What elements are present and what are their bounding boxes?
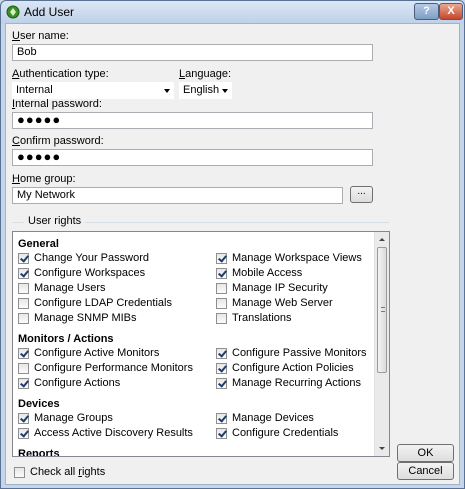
right-label: Configure Passive Monitors [232,347,367,359]
check-all-checkbox[interactable] [14,467,25,478]
auth-type-select[interactable]: Internal [12,82,174,99]
add-user-dialog: Add User ? X User name: Bob Authenticati… [0,0,465,489]
checked-checkbox-icon[interactable] [18,253,29,264]
checked-checkbox-icon[interactable] [18,378,29,389]
user-rights-title: User rights [24,215,86,227]
right-label: Configure Action Policies [232,362,354,374]
confirm-password-label: Confirm password: [12,135,104,147]
username-label: User name: [12,30,69,42]
right-label: Configure Performance Monitors [34,362,193,374]
checked-checkbox-icon[interactable] [216,413,227,424]
grip-icon [381,307,385,312]
right-label: Manage IP Security [232,282,328,294]
unchecked-checkbox-icon[interactable] [216,313,227,324]
checked-checkbox-icon[interactable] [216,428,227,439]
language-label: Language: [179,68,232,80]
chevron-down-icon [164,89,170,93]
checked-checkbox-icon[interactable] [216,253,227,264]
right-label: Manage Web Server [232,297,333,309]
unchecked-checkbox-icon[interactable] [18,283,29,294]
rights-section-heading: General [18,238,59,250]
right-label: Mobile Access [232,267,303,279]
checked-checkbox-icon[interactable] [18,348,29,359]
ok-button[interactable]: OK [397,444,454,462]
right-label: Configure Actions [34,377,121,389]
title-bar[interactable]: Add User ? X [1,1,464,23]
checked-checkbox-icon[interactable] [18,428,29,439]
right-label: Configure Active Monitors [34,347,160,359]
language-select[interactable]: English [179,82,232,99]
dialog-body: User name: Bob Authentication type: Inte… [5,23,460,485]
right-label: Configure LDAP Credentials [34,297,172,309]
unchecked-checkbox-icon[interactable] [216,283,227,294]
right-label: Configure Credentials [232,427,339,439]
unchecked-checkbox-icon[interactable] [18,298,29,309]
right-label: Manage SNMP MIBs [34,312,137,324]
scroll-thumb[interactable] [377,247,387,373]
scroll-up-icon[interactable] [375,232,389,247]
internal-password-label: Internal password: [12,98,102,110]
scroll-down-icon[interactable] [375,441,389,456]
help-button[interactable]: ? [414,3,439,20]
unchecked-checkbox-icon[interactable] [18,313,29,324]
unchecked-checkbox-icon[interactable] [216,298,227,309]
username-input[interactable]: Bob [12,44,373,61]
checked-checkbox-icon[interactable] [18,413,29,424]
unchecked-checkbox-icon[interactable] [18,363,29,374]
checked-checkbox-icon[interactable] [18,268,29,279]
right-label: Change Your Password [34,252,149,264]
home-group-input[interactable]: My Network [12,187,343,204]
right-label: Translations [232,312,292,324]
internal-password-input[interactable]: ●●●●● [12,112,373,129]
checked-checkbox-icon[interactable] [216,363,227,374]
right-label: Manage Groups [34,412,113,424]
auth-type-label: Authentication type: [12,68,109,80]
rights-section-heading: Monitors / Actions [18,333,114,345]
user-rights-list[interactable]: General Change Your Password Manage Worksp… [12,231,390,457]
right-label: Manage Devices [232,412,314,424]
rights-section-heading: Devices [18,398,60,410]
browse-button[interactable]: ... [350,186,373,203]
right-label: Access Active Discovery Results [34,427,193,439]
app-icon [6,5,20,19]
right-label: Manage Users [34,282,106,294]
rights-section-heading: Reports [18,448,60,456]
checked-checkbox-icon[interactable] [216,378,227,389]
checked-checkbox-icon[interactable] [216,348,227,359]
right-label: Manage Workspace Views [232,252,362,264]
checked-checkbox-icon[interactable] [216,268,227,279]
confirm-password-input[interactable]: ●●●●● [12,149,373,166]
auth-type-value: Internal [16,84,53,96]
language-value: English [183,84,220,96]
right-label: Manage Recurring Actions [232,377,362,389]
user-rights-content: General Change Your Password Manage Worksp… [13,232,375,456]
vertical-scrollbar[interactable] [374,232,389,456]
right-label: Configure Workspaces [34,267,146,279]
cancel-button[interactable]: Cancel [397,462,454,480]
check-all-label: Check all rights [30,466,106,478]
window-title: Add User [24,5,75,19]
home-group-label: Home group: [12,173,76,185]
close-button[interactable]: X [439,3,463,20]
chevron-down-icon [222,89,228,93]
